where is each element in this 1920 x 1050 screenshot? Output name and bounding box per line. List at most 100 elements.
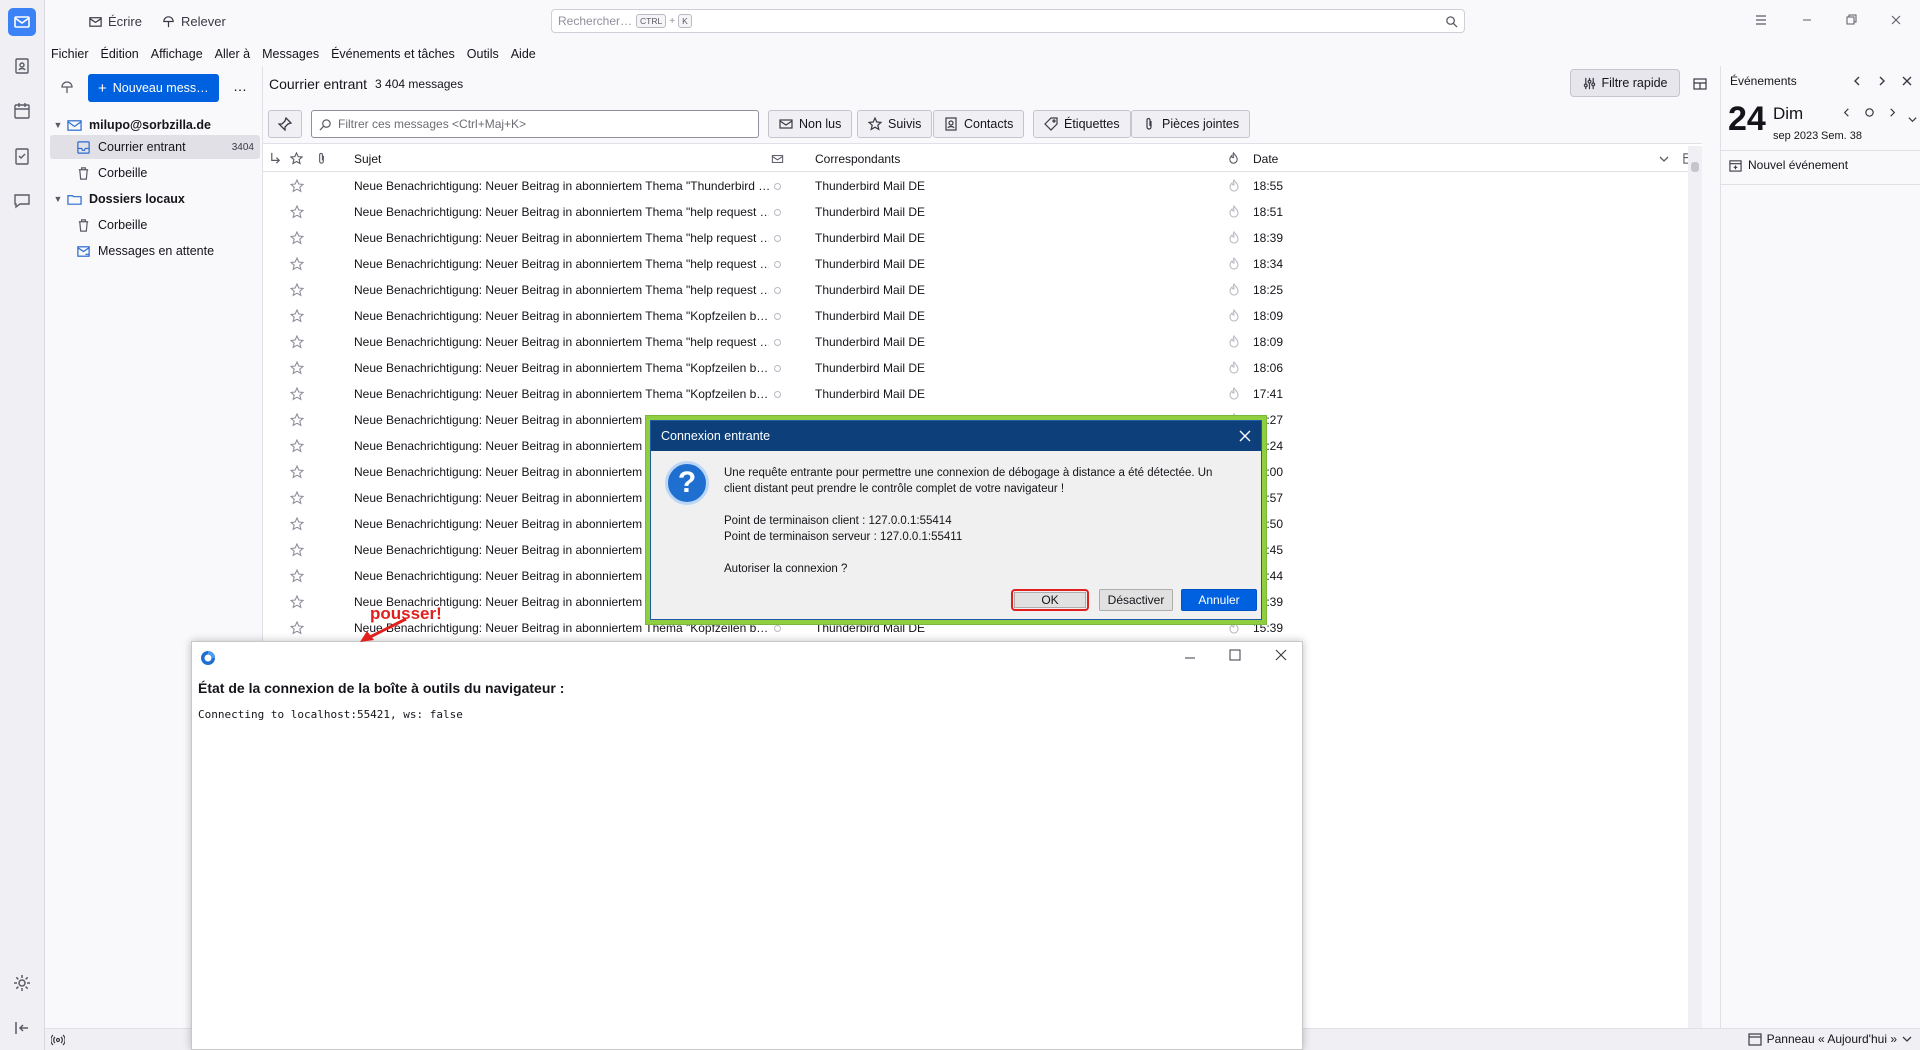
chevron-right-icon[interactable] [1876, 75, 1888, 87]
star-column-icon[interactable] [290, 152, 303, 165]
junk-status-icon[interactable] [1227, 334, 1241, 349]
star-icon[interactable] [289, 386, 305, 401]
read-status-dot[interactable] [774, 209, 781, 216]
star-icon[interactable] [289, 360, 305, 375]
vertical-scrollbar[interactable] [1688, 146, 1702, 1028]
close-icon[interactable] [1901, 75, 1913, 87]
sticky-filter-button[interactable] [268, 110, 302, 138]
thread-column-icon[interactable] [269, 152, 282, 165]
menu-view[interactable]: Affichage [151, 47, 203, 61]
filter-messages-input[interactable]: Filtrer ces messages <Ctrl+Maj+K> [311, 110, 759, 138]
quick-filter-button[interactable]: Filtre rapide [1570, 69, 1680, 97]
collapse-spaces-icon[interactable] [8, 1014, 36, 1042]
today-circle-icon[interactable] [1864, 107, 1875, 118]
read-status-dot[interactable] [774, 261, 781, 268]
chevron-down-icon[interactable] [1659, 154, 1669, 164]
filter-contacts-button[interactable]: Contacts [933, 110, 1025, 138]
chat-icon[interactable] [8, 187, 36, 215]
read-status-dot[interactable] [774, 339, 781, 346]
table-row[interactable]: Neue Benachrichtigung: Neuer Beitrag in … [263, 329, 1688, 355]
star-icon[interactable] [289, 256, 305, 271]
col-subject[interactable]: Sujet [354, 152, 381, 166]
chevron-down-icon[interactable] [1907, 114, 1918, 125]
menu-edit[interactable]: Édition [101, 47, 139, 61]
today-pane-toggle[interactable]: Panneau « Aujourd'hui » [1747, 1032, 1912, 1046]
read-status-dot[interactable] [774, 313, 781, 320]
star-icon[interactable] [289, 308, 305, 323]
table-row[interactable]: Neue Benachrichtigung: Neuer Beitrag in … [263, 173, 1688, 199]
menu-file[interactable]: Fichier [51, 47, 89, 61]
table-row[interactable]: Neue Benachrichtigung: Neuer Beitrag in … [263, 199, 1688, 225]
close-window-icon[interactable] [1888, 12, 1904, 28]
read-status-column-icon[interactable] [771, 153, 784, 165]
get-messages-icon[interactable] [59, 80, 75, 96]
table-row[interactable]: Neue Benachrichtigung: Neuer Beitrag in … [263, 355, 1688, 381]
table-row[interactable]: Neue Benachrichtigung: Neuer Beitrag in … [263, 277, 1688, 303]
star-icon[interactable] [289, 542, 305, 557]
mail-space-icon[interactable] [8, 8, 36, 36]
menu-message[interactable]: Messages [262, 47, 319, 61]
folder-account[interactable]: ▼ milupo@sorbzilla.de [45, 113, 255, 137]
menu-tools[interactable]: Outils [467, 47, 499, 61]
junk-status-icon[interactable] [1227, 308, 1241, 323]
col-date[interactable]: Date [1253, 152, 1278, 166]
filter-starred-button[interactable]: Suivis [857, 110, 933, 138]
new-event-button[interactable]: Nouvel événement [1729, 158, 1848, 172]
junk-status-icon[interactable] [1227, 386, 1241, 401]
table-row[interactable]: Neue Benachrichtigung: Neuer Beitrag in … [263, 381, 1688, 407]
menu-go[interactable]: Aller à [215, 47, 250, 61]
filter-tags-button[interactable]: Étiquettes [1033, 110, 1131, 138]
star-icon[interactable] [289, 438, 305, 453]
more-options-button[interactable]: … [233, 78, 247, 94]
junk-status-icon[interactable] [1227, 178, 1241, 193]
folder-outbox[interactable]: Messages en attente [45, 239, 255, 263]
read-status-dot[interactable] [774, 625, 781, 632]
read-status-dot[interactable] [774, 391, 781, 398]
chevron-left-icon[interactable] [1851, 75, 1863, 87]
close-icon[interactable] [1237, 428, 1253, 444]
menu-help[interactable]: Aide [511, 47, 536, 61]
scrollbar-thumb[interactable] [1691, 162, 1699, 172]
minimize-icon[interactable] [1184, 652, 1196, 664]
filter-unread-button[interactable]: Non lus [768, 110, 853, 138]
star-icon[interactable] [289, 282, 305, 297]
chevron-down-icon[interactable]: ▼ [51, 120, 65, 130]
maximize-icon[interactable] [1229, 649, 1241, 661]
read-status-dot[interactable] [774, 235, 781, 242]
col-correspondents[interactable]: Correspondants [815, 152, 900, 166]
menu-events-tasks[interactable]: Événements et tâches [331, 47, 455, 61]
fetch-button[interactable]: Relever [161, 10, 226, 32]
attachment-column-icon[interactable] [315, 152, 328, 165]
layout-toggle-icon[interactable] [1692, 76, 1708, 92]
read-status-dot[interactable] [774, 287, 781, 294]
junk-status-icon[interactable] [1227, 360, 1241, 375]
star-icon[interactable] [289, 204, 305, 219]
folder-local[interactable]: ▼ Dossiers locaux [45, 187, 255, 211]
write-button[interactable]: Écrire [88, 10, 142, 32]
global-search-input[interactable]: Rechercher… CTRL + K [551, 9, 1465, 33]
app-menu-icon[interactable] [1753, 12, 1769, 28]
chevron-left-icon[interactable] [1841, 107, 1852, 118]
junk-column-icon[interactable] [1227, 152, 1240, 165]
star-icon[interactable] [289, 230, 305, 245]
junk-status-icon[interactable] [1227, 204, 1241, 219]
star-icon[interactable] [289, 464, 305, 479]
folder-trash[interactable]: Corbeille [45, 161, 255, 185]
read-status-dot[interactable] [774, 183, 781, 190]
table-row[interactable]: Neue Benachrichtigung: Neuer Beitrag in … [263, 303, 1688, 329]
star-icon[interactable] [289, 620, 305, 635]
chevron-down-icon[interactable]: ▼ [51, 194, 65, 204]
tasks-icon[interactable] [8, 142, 36, 170]
cancel-button[interactable]: Annuler [1181, 589, 1257, 611]
junk-status-icon[interactable] [1227, 282, 1241, 297]
online-status-icon[interactable] [51, 1033, 65, 1047]
read-status-dot[interactable] [774, 365, 781, 372]
star-icon[interactable] [289, 594, 305, 609]
table-row[interactable]: Neue Benachrichtigung: Neuer Beitrag in … [263, 225, 1688, 251]
settings-gear-icon[interactable] [8, 969, 36, 997]
chevron-right-icon[interactable] [1887, 107, 1898, 118]
folder-local-trash[interactable]: Corbeille [45, 213, 255, 237]
disable-button[interactable]: Désactiver [1099, 589, 1173, 611]
new-message-button[interactable]: + Nouveau mess… [88, 74, 219, 102]
address-book-icon[interactable] [8, 52, 36, 80]
